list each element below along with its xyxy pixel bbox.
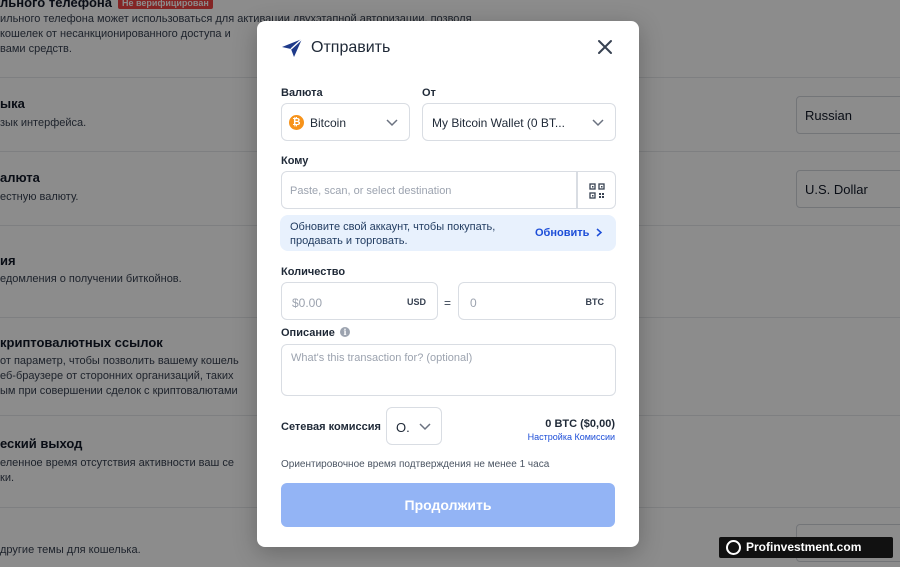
amount-crypto-input[interactable]: 0 BTC <box>458 282 616 320</box>
scan-qr-button[interactable] <box>577 171 616 209</box>
destination-placeholder: Paste, scan, or select destination <box>290 185 452 197</box>
fee-label: Сетевая комиссия <box>281 421 381 433</box>
currency-value: Bitcoin <box>310 116 347 130</box>
from-label: От <box>422 87 436 99</box>
amount-fiat-input[interactable]: $0.00 USD <box>281 282 438 320</box>
upgrade-link[interactable]: Обновить <box>535 227 603 239</box>
equals-sign: = <box>444 296 452 310</box>
close-icon[interactable] <box>597 39 613 55</box>
fee-settings-link[interactable]: Настройка Комиссии <box>528 432 615 442</box>
continue-button[interactable]: Продолжить <box>281 483 615 527</box>
confirmation-time-note: Ориентировочное время подтверждения не м… <box>281 459 550 470</box>
fee-amount: 0 BTC ($0,00) <box>545 418 615 430</box>
from-wallet-value: My Bitcoin Wallet (0 BT... <box>432 116 565 130</box>
modal-header: Отправить <box>257 21 639 77</box>
amount-fiat-placeholder: $0.00 <box>292 296 323 310</box>
send-icon <box>282 38 303 57</box>
chevron-down-icon <box>386 119 398 127</box>
bitcoin-icon: ₿ <box>289 115 304 130</box>
chevron-right-icon <box>596 228 603 237</box>
send-modal: Отправить Валюта От ₿ Bitcoin My Bitcoin… <box>257 21 639 547</box>
currency-label: Валюта <box>281 87 323 99</box>
upgrade-banner: Обновите свой аккаунт, чтобы покупать, п… <box>280 215 616 251</box>
fee-dropdown[interactable]: O. <box>386 407 442 445</box>
amount-fiat-unit: USD <box>406 297 426 307</box>
watermark-logo-icon <box>726 540 741 555</box>
from-wallet-dropdown[interactable]: My Bitcoin Wallet (0 BT... <box>422 103 616 141</box>
description-label: Описание <box>281 327 335 339</box>
chevron-down-icon <box>419 423 431 431</box>
description-textarea[interactable]: What's this transaction for? (optional) <box>281 344 616 396</box>
to-label: Кому <box>281 155 309 167</box>
amount-crypto-unit: BTC <box>585 297 605 307</box>
currency-dropdown[interactable]: ₿ Bitcoin <box>281 103 410 141</box>
fee-dropdown-value: O. <box>396 420 410 435</box>
upgrade-link-label: Обновить <box>535 227 590 239</box>
description-placeholder: What's this transaction for? (optional) <box>291 352 473 364</box>
watermark: Profinvestment.com <box>719 537 893 558</box>
destination-input[interactable]: Paste, scan, or select destination <box>281 171 577 209</box>
qr-code-icon <box>589 183 605 199</box>
modal-title: Отправить <box>311 39 391 56</box>
upgrade-banner-text: Обновите свой аккаунт, чтобы покупать, п… <box>290 221 496 247</box>
info-icon[interactable]: i <box>340 327 350 337</box>
chevron-down-icon <box>592 119 604 127</box>
amount-label: Количество <box>281 266 346 278</box>
watermark-text: Profinvestment.com <box>746 540 862 554</box>
amount-crypto-placeholder: 0 <box>470 296 477 310</box>
